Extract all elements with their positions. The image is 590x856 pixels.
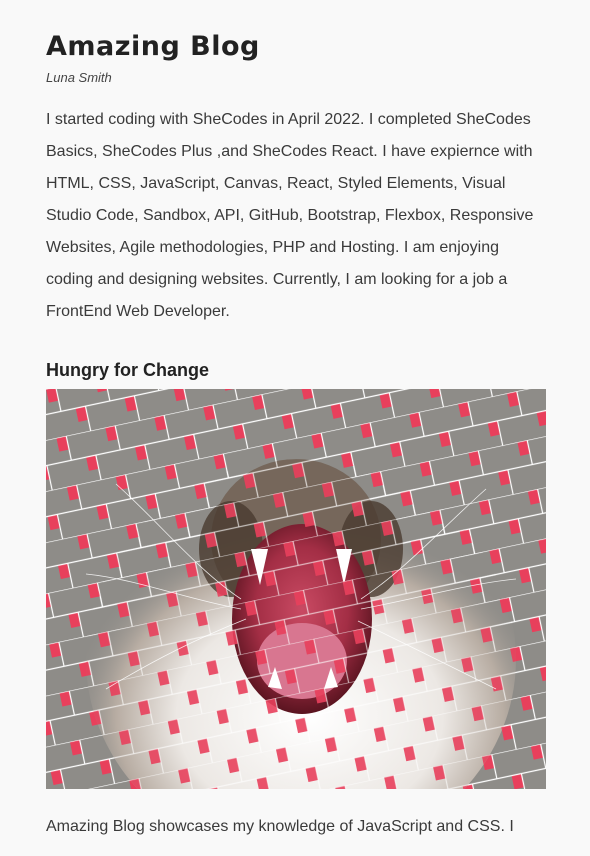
blog-page: Amazing Blog Luna Smith I started coding… [0, 0, 590, 856]
blog-title: Amazing Blog [46, 31, 260, 62]
post-image [46, 389, 546, 789]
author-name: Luna Smith [46, 70, 112, 85]
intro-paragraph: I started coding with SheCodes in April … [46, 111, 534, 320]
post-paragraph: Amazing Blog showcases my knowledge of J… [46, 818, 514, 835]
post-title: Hungry for Change [46, 360, 210, 380]
blog-container: Amazing Blog Luna Smith I started coding… [46, 29, 546, 843]
